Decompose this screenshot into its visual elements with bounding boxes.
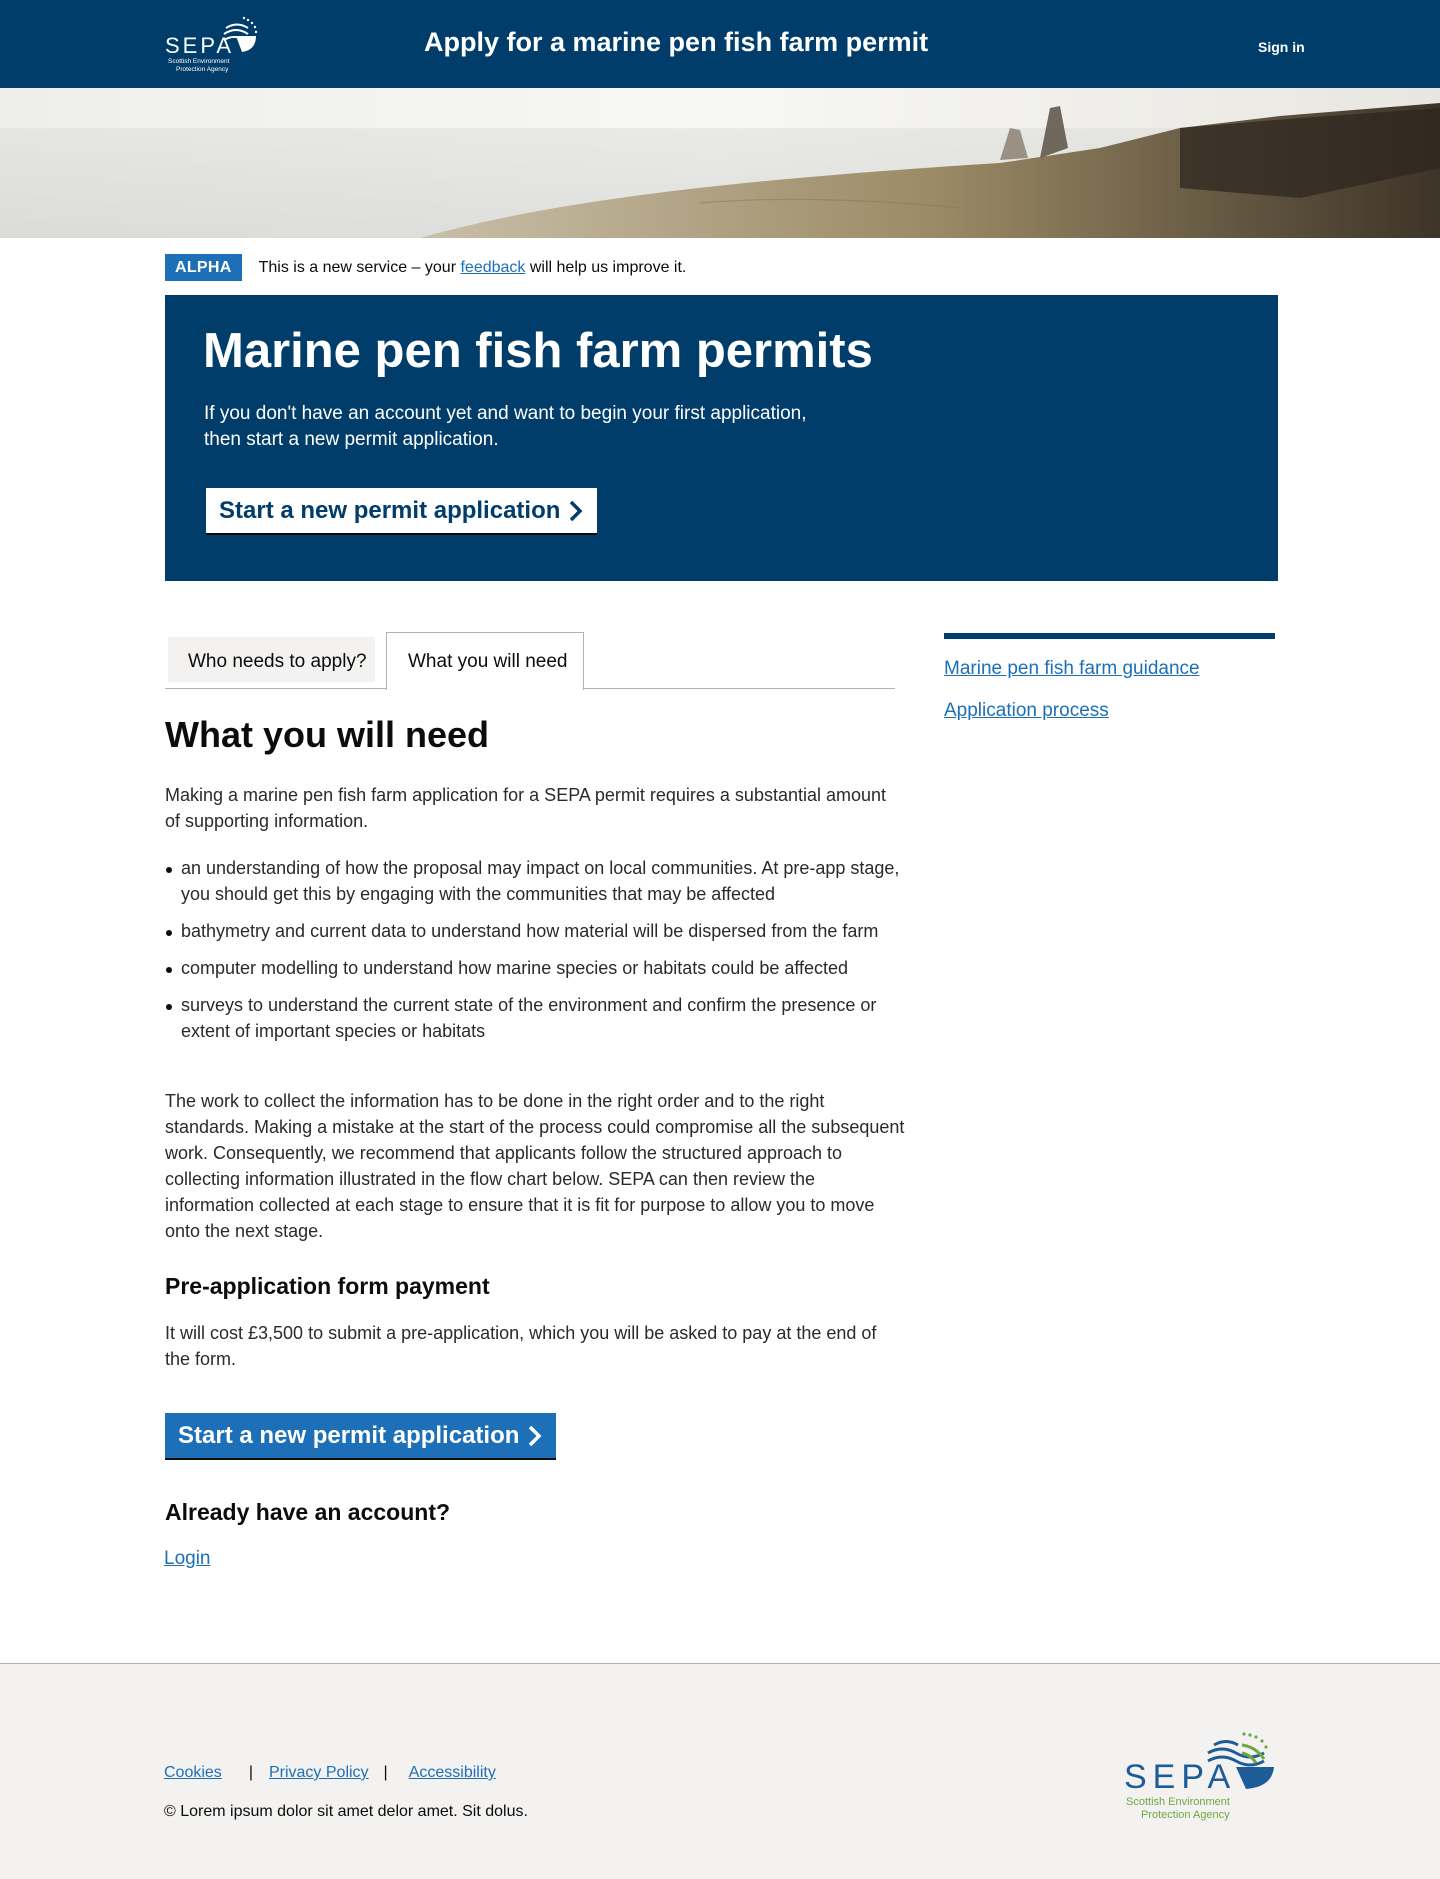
sidebar-link-application-process[interactable]: Application process [944,700,1109,722]
chevron-right-icon [569,500,583,521]
section-heading: What you will need [165,714,490,755]
logo-line-2: Protection Agency [176,66,229,73]
sidebar-link-guidance[interactable]: Marine pen fish farm guidance [944,658,1200,680]
tab-what-you-will-need[interactable]: What you will need [386,632,584,690]
footer-separator: | [248,1764,253,1781]
intro-panel: Marine pen fish farm permits If you don'… [165,295,1278,581]
sepa-logo-footer: SEPA Scottish Environment Protection Age… [1124,1732,1274,1821]
footer-link-accessibility[interactable]: Accessibility [409,1764,496,1782]
chevron-right-icon [528,1425,542,1446]
footer-link-cookies[interactable]: Cookies [164,1764,222,1782]
process-paragraph: The work to collect the information has … [165,1091,905,1241]
panel-description: If you don't have an account yet and wan… [204,403,807,450]
payment-paragraph: It will cost £3,500 to submit a pre-appl… [165,1323,877,1369]
start-application-label: Start a new permit application [178,1421,520,1449]
footer-logo-line-1: Scottish Environment [1126,1796,1230,1808]
phase-text-after: will help us improve it. [525,258,687,276]
page-title: Marine pen fish farm permits [203,324,873,378]
footer-logo-line-2: Protection Agency [1141,1809,1230,1821]
tab-who-needs-to-apply[interactable]: Who needs to apply? [168,637,375,682]
copyright-text: © Lorem ipsum dolor sit amet delor amet.… [164,1803,528,1820]
intro-paragraph: Making a marine pen fish farm applicatio… [165,785,887,831]
start-application-button-top[interactable]: Start a new permit application [206,488,597,533]
hero-image [0,88,1440,238]
site-footer: Cookies | Privacy Policy | Accessibility… [0,1663,1440,1879]
list-item: surveys to understand the current state … [165,992,905,1044]
site-header: SEPA Scottish Environment Protection Age… [0,0,1440,88]
logo-line-1: Scottish Environment [168,58,230,65]
footer-links: Cookies | Privacy Policy | Accessibility [164,1764,496,1782]
phase-banner: ALPHA This is a new service – your feedb… [165,254,686,281]
sign-in-link[interactable]: Sign in [1258,39,1305,55]
payment-heading: Pre-application form payment [165,1273,490,1299]
sepa-logo[interactable]: SEPA Scottish Environment Protection Age… [164,14,260,74]
phase-tag: ALPHA [165,254,242,281]
list-item: an understanding of how the proposal may… [165,855,905,907]
footer-link-privacy[interactable]: Privacy Policy [269,1764,369,1782]
tab-list: Who needs to apply? What you will need [165,632,895,690]
coastal-cliff-image [0,88,1440,238]
footer-logo-wordmark: SEPA [1124,1758,1236,1796]
phase-text-before: This is a new service – your [258,258,461,276]
start-application-button-bottom[interactable]: Start a new permit application [165,1413,556,1458]
sidebar-divider [944,633,1275,639]
phase-text: This is a new service – your feedback wi… [259,259,687,277]
list-item: bathymetry and current data to understan… [165,918,905,944]
login-link[interactable]: Login [164,1548,211,1570]
footer-separator: | [383,1764,388,1781]
logo-wordmark: SEPA [165,33,234,58]
account-heading: Already have an account? [165,1499,451,1525]
start-application-label: Start a new permit application [219,496,561,524]
requirements-list: an understanding of how the proposal may… [165,855,905,1055]
service-title: Apply for a marine pen fish farm permit [424,27,929,57]
list-item: computer modelling to understand how mar… [165,955,905,981]
feedback-link[interactable]: feedback [460,259,525,276]
